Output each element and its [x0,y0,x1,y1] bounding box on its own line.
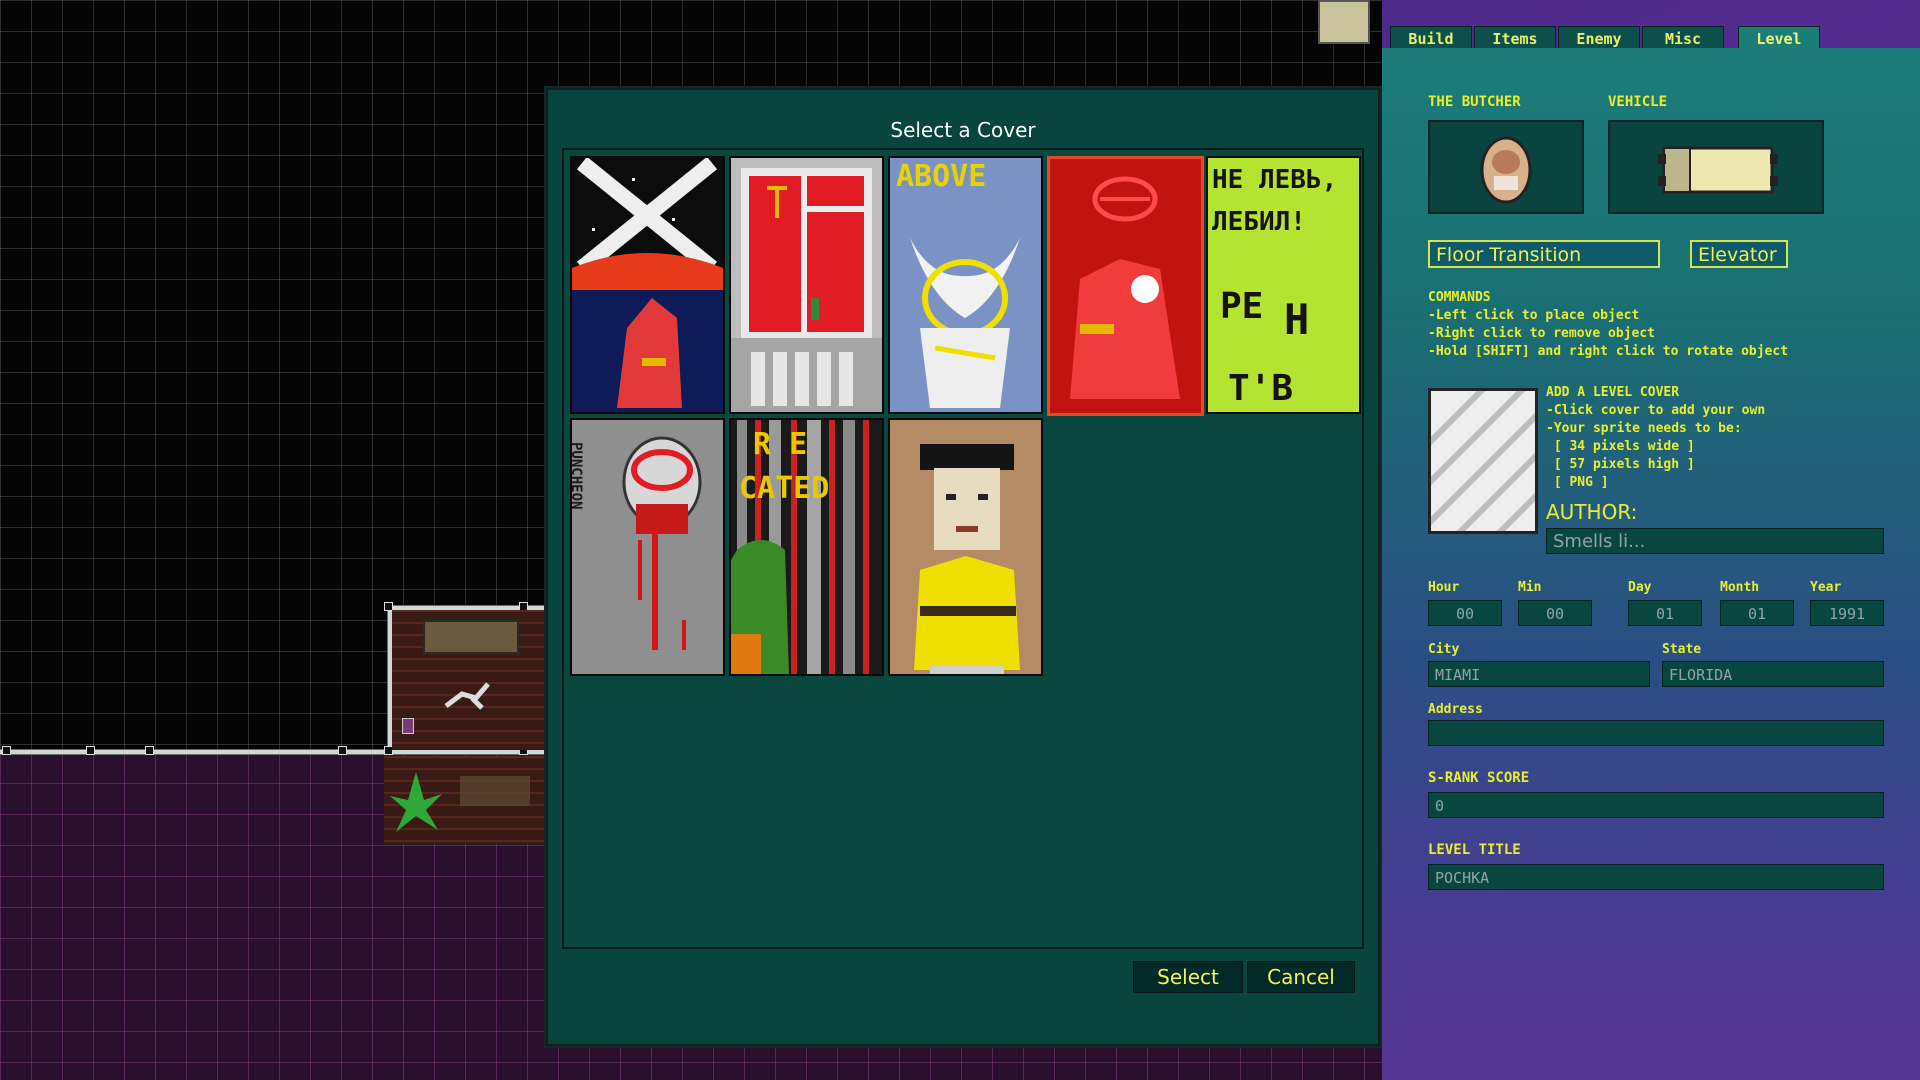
author-label: AUTHOR: [1546,500,1638,524]
cover-image: PUNCHEON [572,420,723,674]
cover-thumbnail[interactable] [888,418,1043,676]
day-label: Day [1628,580,1652,595]
year-label: Year [1810,580,1842,595]
cover-text: R E [753,427,807,462]
cover-help-line: [ 34 pixels wide ] [1546,439,1695,454]
cover-image [731,158,882,412]
level-cover-picker[interactable] [1418,378,1544,544]
cover-help-line: [ PNG ] [1546,475,1609,490]
state-label: State [1662,642,1702,657]
cover-help-title: ADD A LEVEL COVER [1546,385,1680,400]
cover-text: PUNCHEON [572,442,584,509]
srank-label: S-RANK SCORE [1428,770,1530,786]
character-icon [1480,136,1532,204]
city-field[interactable]: MIAMI [1428,661,1650,687]
wall-node[interactable] [145,746,154,755]
cover-image: HE ЛEBЬ, ЛEБИЛ! PE H T'B [1208,158,1359,412]
cover-placeholder-icon [1418,378,1544,544]
cover-image [572,158,723,412]
body-prop[interactable] [442,676,502,712]
character-label: THE BUTCHER [1428,94,1521,110]
cover-thumbnail[interactable]: R E CATED [729,418,884,676]
level-title-field[interactable]: POCHKA [1428,864,1884,890]
cover-grid: ABOVE HE ЛEBЬ, ЛEБИЛ! PE H T'B PUNCHEON … [562,148,1364,949]
hour-field[interactable]: 00 [1428,600,1502,626]
marker-prop[interactable] [402,718,414,734]
wall-node[interactable] [2,746,11,755]
elevator-button[interactable]: Elevator [1690,240,1788,268]
cover-image: R E CATED [731,420,882,674]
level-settings-panel: THE BUTCHER VEHICLE Floor Transition Ele… [1382,48,1920,1080]
cover-text: T'B [1228,368,1293,409]
wall-horizontal [0,750,545,754]
address-field[interactable] [1428,720,1884,746]
cover-image [890,420,1041,674]
cover-image: ABOVE [890,158,1041,412]
cover-thumbnail[interactable] [729,156,884,414]
wall-node[interactable] [338,746,347,755]
dialog-title: Select a Cover [890,118,1036,142]
command-line: -Right click to remove object [1428,326,1655,341]
cover-thumbnail-selected[interactable] [1047,156,1204,416]
plant-prop[interactable] [388,770,444,834]
month-label: Month [1720,580,1760,595]
hour-label: Hour [1428,580,1460,595]
commands-title: COMMANDS [1428,290,1491,305]
cover-image [1050,159,1201,413]
cover-text: ABOVE [896,159,986,194]
command-line: -Hold [SHIFT] and right click to rotate … [1428,344,1789,359]
state-field[interactable]: FLORIDA [1662,661,1884,687]
select-button[interactable]: Select [1133,961,1243,993]
floor-transition-button[interactable]: Floor Transition [1428,240,1660,268]
cover-thumbnail[interactable]: ABOVE [888,156,1043,414]
address-label: Address [1428,702,1483,717]
select-cover-dialog: Select a Cover ABOVE HE ЛEBЬ, ЛEБИЛ! PE … [546,88,1380,1046]
editor-side-panel: Build Items Enemy Misc Level THE BUTCHER… [1382,0,1920,1080]
cover-text: PE [1220,286,1263,327]
desk-prop[interactable] [423,620,519,654]
cover-text: HE ЛEBЬ, [1212,165,1337,195]
wall-node[interactable] [86,746,95,755]
level-title-label: LEVEL TITLE [1428,842,1521,858]
cover-help-line: -Your sprite needs to be: [1546,421,1742,436]
cover-text: H [1284,295,1309,344]
month-field[interactable]: 01 [1720,600,1794,626]
vehicle-icon [1658,146,1778,194]
min-field[interactable]: 00 [1518,600,1592,626]
author-field[interactable]: Smells li... [1546,528,1884,554]
cover-text: ЛEБИЛ! [1212,207,1306,237]
srank-field[interactable]: 0 [1428,792,1884,818]
character-select-box[interactable] [1428,120,1584,214]
window-fixture [1318,0,1370,44]
cover-thumbnail[interactable] [570,156,725,414]
cover-thumbnail[interactable]: HE ЛEBЬ, ЛEБИЛ! PE H T'B [1206,156,1361,414]
cover-thumbnail[interactable]: PUNCHEON [570,418,725,676]
min-label: Min [1518,580,1542,595]
debris-prop[interactable] [460,776,530,806]
vehicle-select-box[interactable] [1608,120,1824,214]
city-label: City [1428,642,1460,657]
cover-text: CATED [739,471,829,506]
year-field[interactable]: 1991 [1810,600,1884,626]
cover-help-line: -Click cover to add your own [1546,403,1766,418]
vehicle-label: VEHICLE [1608,94,1668,110]
cover-help-line: [ 57 pixels high ] [1546,457,1695,472]
command-line: -Left click to place object [1428,308,1640,323]
day-field[interactable]: 01 [1628,600,1702,626]
cancel-button[interactable]: Cancel [1247,961,1355,993]
